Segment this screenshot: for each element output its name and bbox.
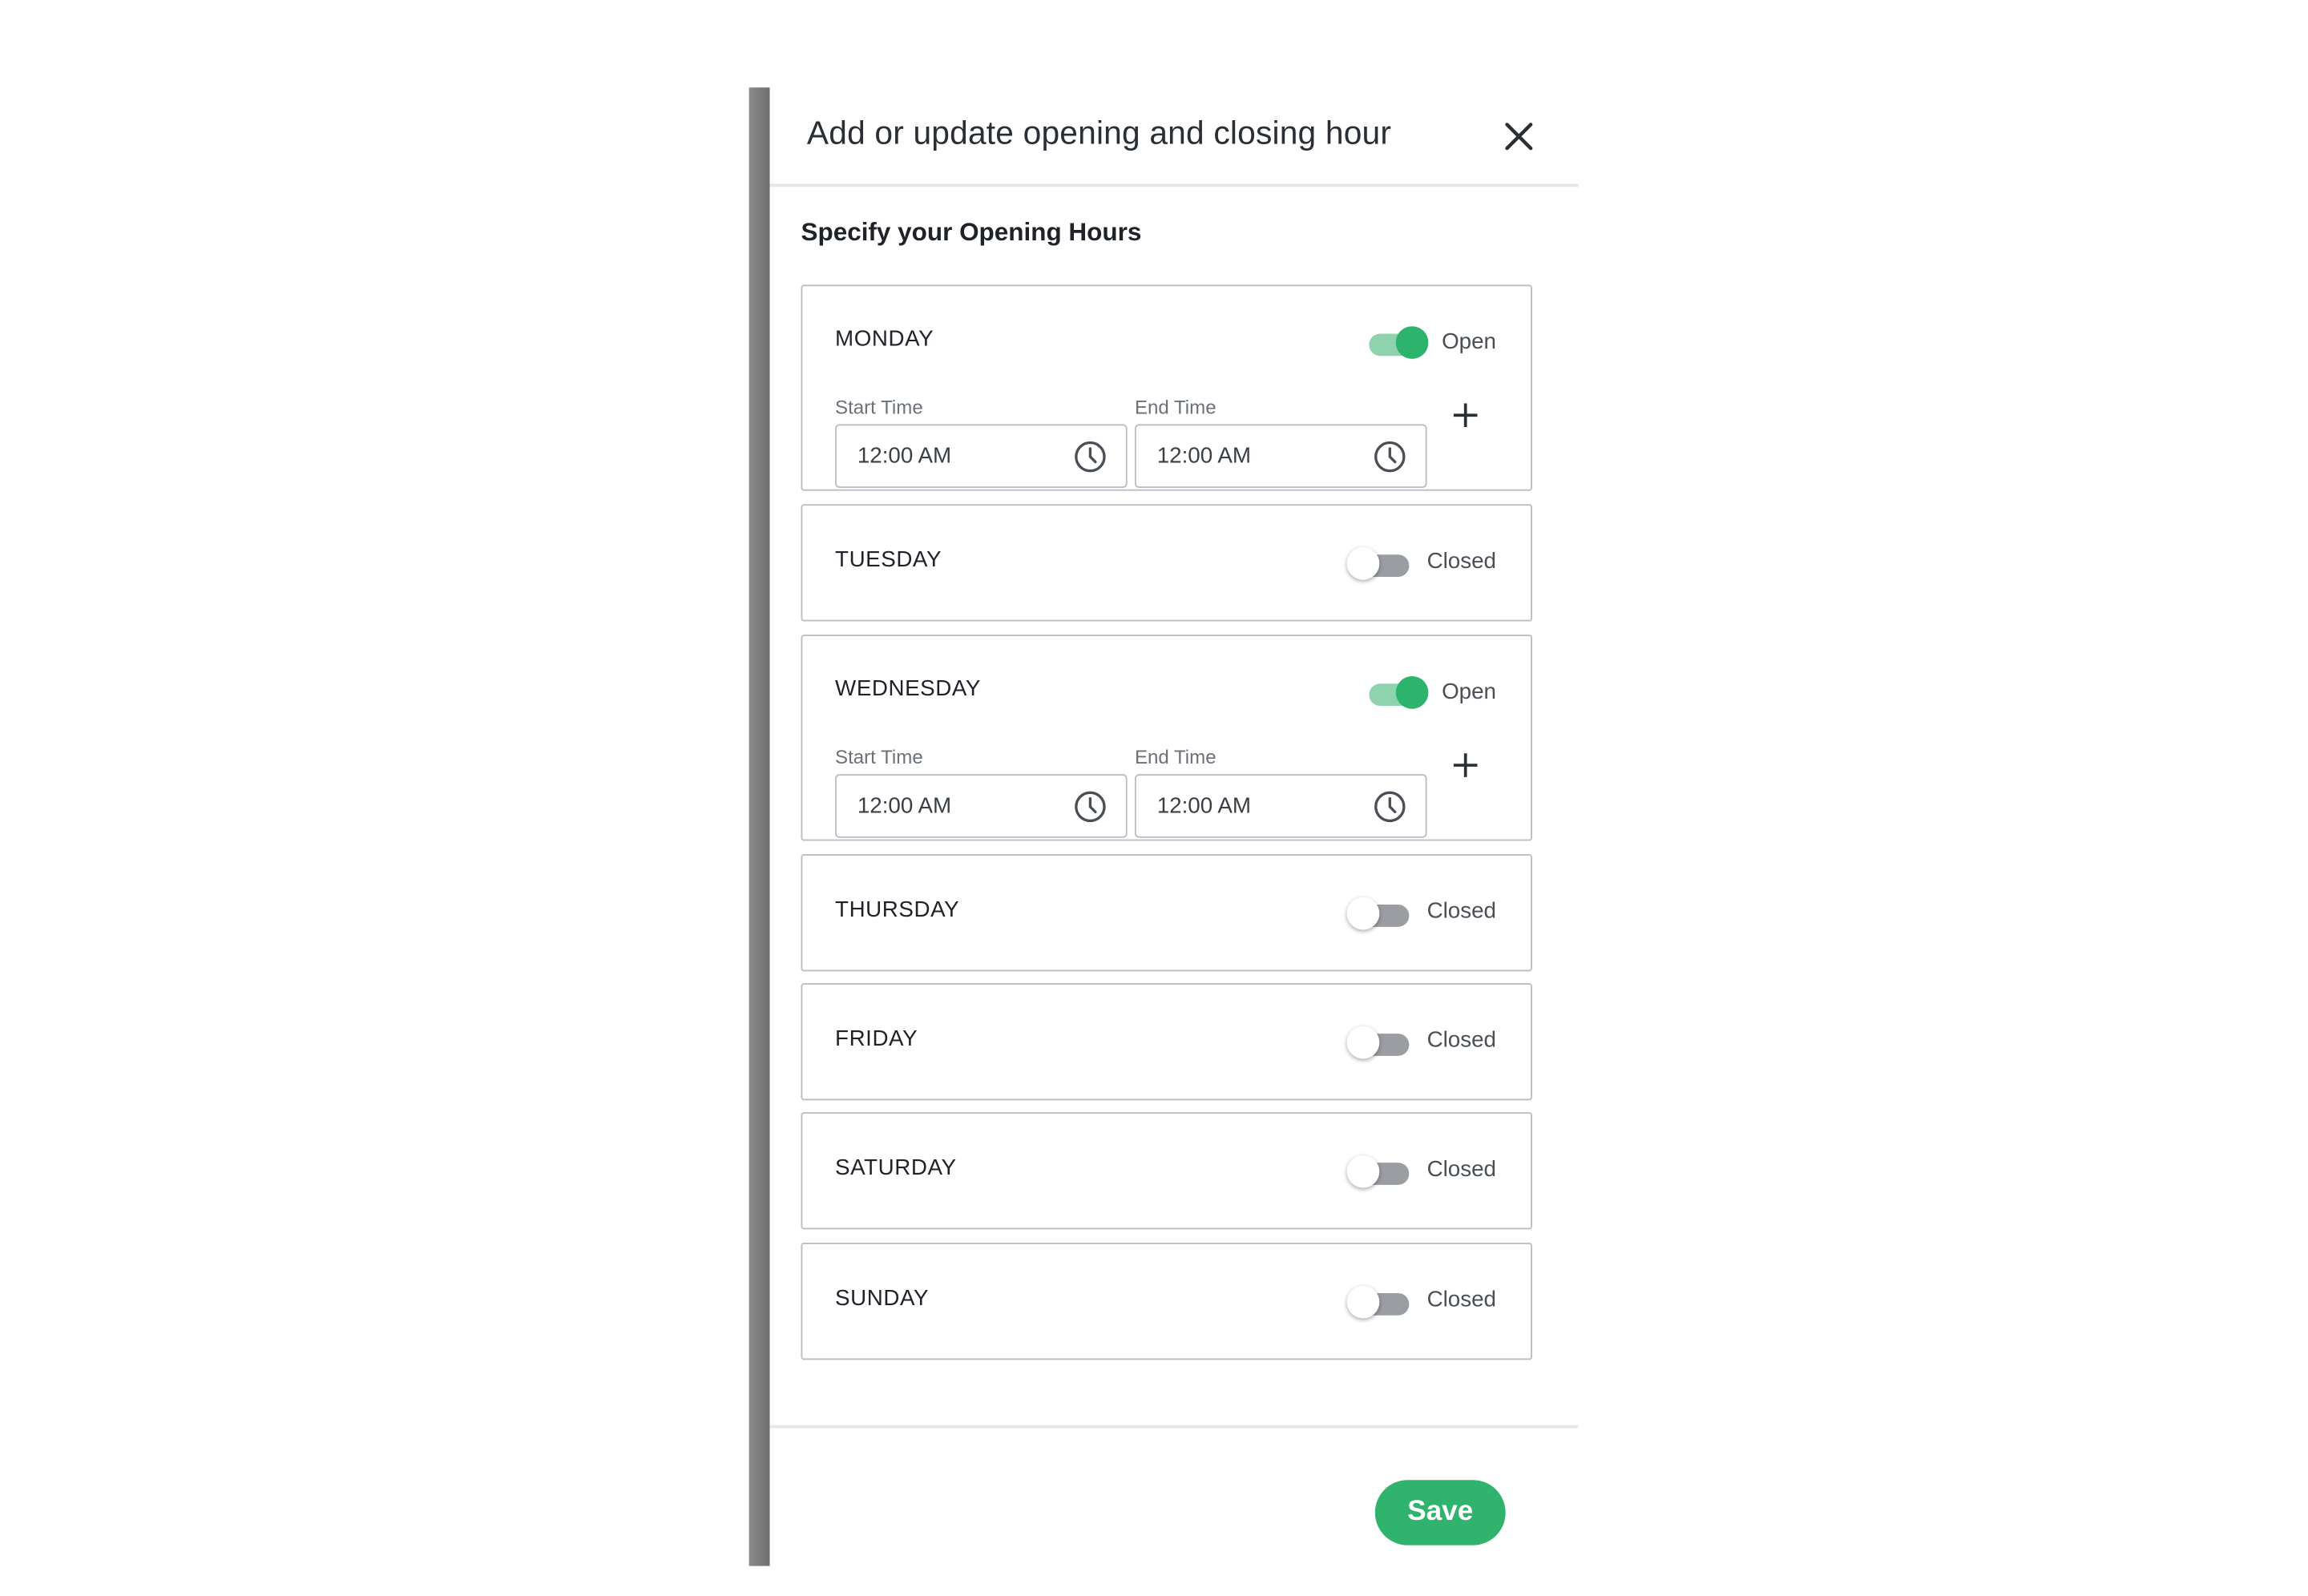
start-time-value: 12:00 AM xyxy=(857,793,952,819)
section-title: Specify your Opening Hours xyxy=(801,218,1142,247)
toggle-knob xyxy=(1346,1026,1380,1059)
status-label: Closed xyxy=(1426,1156,1497,1183)
toggle-knob xyxy=(1346,1285,1380,1319)
day-name: SATURDAY xyxy=(835,1155,957,1181)
open-toggle[interactable] xyxy=(1346,1154,1412,1192)
end-time-label: End Time xyxy=(1134,396,1217,418)
page: Add or update opening and closing hour S… xyxy=(0,0,2308,1596)
day-card-friday: FRIDAY Closed xyxy=(801,983,1532,1101)
day-card-sunday: SUNDAY Closed xyxy=(801,1243,1532,1360)
toggle-knob xyxy=(1395,326,1429,359)
day-card-tuesday: TUESDAY Closed xyxy=(801,504,1532,622)
open-toggle[interactable] xyxy=(1346,1025,1412,1063)
status-label: Closed xyxy=(1426,1027,1497,1054)
open-toggle[interactable] xyxy=(1346,1284,1412,1323)
add-time-slot-button[interactable] xyxy=(1449,399,1482,432)
toggle-knob xyxy=(1346,546,1380,580)
day-card-saturday: SATURDAY Closed xyxy=(801,1112,1532,1230)
open-toggle[interactable] xyxy=(1366,675,1429,713)
end-time-input[interactable]: 12:00 AM xyxy=(1134,424,1427,488)
end-time-label: End Time xyxy=(1134,746,1217,768)
day-name: FRIDAY xyxy=(835,1026,918,1052)
plus-icon xyxy=(1453,403,1478,428)
close-button[interactable] xyxy=(1499,117,1538,155)
open-toggle[interactable] xyxy=(1346,896,1412,934)
open-toggle[interactable] xyxy=(1346,546,1412,584)
add-time-slot-button[interactable] xyxy=(1449,749,1482,782)
toggle-knob xyxy=(1395,676,1429,709)
toggle-knob xyxy=(1346,1155,1380,1188)
modal-header: Add or update opening and closing hour xyxy=(769,87,1579,187)
end-time-value: 12:00 AM xyxy=(1156,443,1252,469)
start-time-label: Start Time xyxy=(835,396,923,418)
start-time-input[interactable]: 12:00 AM xyxy=(835,424,1128,488)
clock-icon[interactable] xyxy=(1072,439,1108,474)
plus-icon xyxy=(1453,753,1478,777)
status-label: Closed xyxy=(1426,1287,1497,1313)
save-button[interactable]: Save xyxy=(1374,1480,1506,1546)
toggle-knob xyxy=(1346,897,1380,930)
status-label: Closed xyxy=(1426,898,1497,925)
start-time-label: Start Time xyxy=(835,746,923,768)
day-card-monday: MONDAY Open Start Time End Time 12:00 AM… xyxy=(801,284,1532,491)
status-label: Open xyxy=(1442,679,1497,705)
clock-icon[interactable] xyxy=(1372,789,1407,824)
day-name: TUESDAY xyxy=(835,546,942,573)
footer-divider xyxy=(769,1425,1579,1429)
opening-hours-modal: Add or update opening and closing hour S… xyxy=(769,87,1579,1566)
modal-backdrop-edge xyxy=(748,87,770,1566)
end-time-input[interactable]: 12:00 AM xyxy=(1134,774,1427,838)
start-time-input[interactable]: 12:00 AM xyxy=(835,774,1128,838)
status-label: Closed xyxy=(1426,548,1497,574)
clock-icon[interactable] xyxy=(1372,439,1407,474)
modal-title: Add or update opening and closing hour xyxy=(806,114,1392,151)
status-label: Open xyxy=(1442,328,1497,355)
day-name: THURSDAY xyxy=(835,897,960,923)
day-name: SUNDAY xyxy=(835,1285,930,1312)
day-card-wednesday: WEDNESDAY Open Start Time End Time 12:00… xyxy=(801,635,1532,841)
day-name: MONDAY xyxy=(835,326,934,352)
end-time-value: 12:00 AM xyxy=(1156,793,1252,819)
close-icon xyxy=(1505,123,1533,151)
open-toggle[interactable] xyxy=(1366,324,1429,363)
day-name: WEDNESDAY xyxy=(835,676,981,702)
clock-icon[interactable] xyxy=(1072,789,1108,824)
start-time-value: 12:00 AM xyxy=(857,443,952,469)
day-card-thursday: THURSDAY Closed xyxy=(801,854,1532,972)
